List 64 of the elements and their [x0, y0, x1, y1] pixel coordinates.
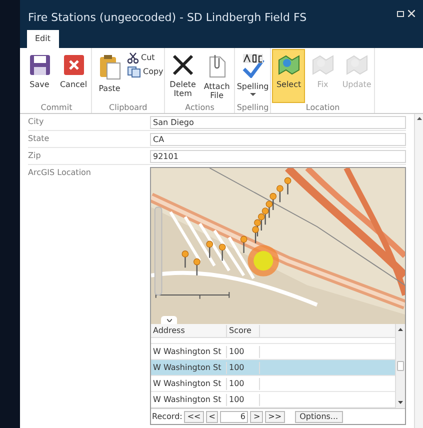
last-button[interactable]: >> — [265, 410, 285, 423]
maximize-icon[interactable] — [397, 10, 404, 16]
ribbon-button[interactable]: Paste — [93, 49, 126, 103]
text-field[interactable]: CA — [150, 132, 406, 146]
group-label: Clipboard — [109, 103, 148, 113]
options-button[interactable]: Options... — [294, 410, 344, 423]
table-row[interactable]: W Washington St 100 — [151, 360, 395, 376]
ribbon-button[interactable]: Save — [23, 49, 56, 103]
record-field[interactable]: 6 — [220, 410, 248, 423]
ribbon-button[interactable]: Attach File — [200, 49, 234, 103]
chevron-down-icon — [166, 318, 172, 322]
table-cell: 100 — [227, 346, 260, 358]
group-label: Location — [306, 103, 340, 113]
next-button[interactable]: > — [250, 410, 264, 423]
scroll-down-icon[interactable] — [398, 401, 403, 404]
column-header[interactable]: Address — [151, 324, 227, 337]
column-header[interactable]: Score — [227, 324, 260, 337]
record-label: Record: — [152, 410, 182, 423]
text-field[interactable]: San Diego — [150, 116, 406, 128]
scroll-thumb[interactable] — [397, 361, 404, 372]
page-scrollbar[interactable] — [414, 114, 423, 428]
table-cell: 100 — [227, 378, 260, 390]
copy-icon — [127, 66, 141, 78]
ribbon-small-button[interactable]: Copy — [127, 66, 164, 78]
ribbon-button[interactable]: Cancel — [57, 49, 90, 103]
scissors-icon — [127, 52, 139, 64]
cancel-icon — [62, 54, 84, 76]
text-field[interactable]: 92101 — [150, 150, 406, 162]
table-row[interactable]: W Washington St 100 — [151, 376, 395, 392]
ribbon-button[interactable]: Select — [272, 49, 306, 103]
field-label: Zip — [28, 150, 42, 162]
window-title: Fire Stations (ungeocoded) - SD Lindbergh Field FS — [28, 10, 307, 26]
map-icon — [310, 54, 335, 76]
clipboard-icon — [98, 54, 120, 80]
spell-check-icon — [240, 54, 265, 78]
ribbon-tab[interactable]: Edit — [27, 30, 58, 48]
ribbon-button[interactable]: Spelling — [236, 49, 270, 103]
first-button[interactable]: << — [184, 410, 204, 423]
scrollbar[interactable] — [395, 324, 405, 408]
scroll-up-icon[interactable] — [398, 328, 403, 332]
cross-icon — [172, 54, 194, 76]
table-cell: W Washington St — [151, 378, 227, 390]
group-label: Spelling — [236, 103, 269, 113]
close-icon[interactable] — [408, 10, 415, 17]
scroll-up-icon[interactable] — [416, 117, 422, 120]
ribbon-small-button[interactable]: Cut — [127, 52, 164, 64]
map-icon — [276, 54, 301, 76]
field-label: ArcGIS Location — [28, 167, 92, 179]
previous-button[interactable]: < — [206, 410, 218, 423]
group-label: Actions — [185, 103, 214, 113]
table-cell: 100 — [227, 362, 260, 374]
field-label: State — [28, 133, 50, 145]
group-label: Commit — [40, 103, 72, 113]
table-cell: W Washington St — [151, 394, 227, 406]
table-cell: W Washington St — [151, 362, 227, 374]
table-row[interactable]: W Washington St 100 — [151, 392, 395, 408]
table-row[interactable]: W Washington St 100 — [151, 344, 395, 360]
ribbon-button[interactable]: Delete Item — [166, 49, 200, 103]
field-label: City — [28, 116, 45, 128]
map-icon — [344, 54, 369, 76]
paperclip-document-icon — [206, 54, 227, 78]
collapse-tab[interactable] — [161, 316, 177, 324]
table-cell: 100 — [227, 394, 260, 406]
table-cell: W Washington St — [151, 346, 227, 358]
